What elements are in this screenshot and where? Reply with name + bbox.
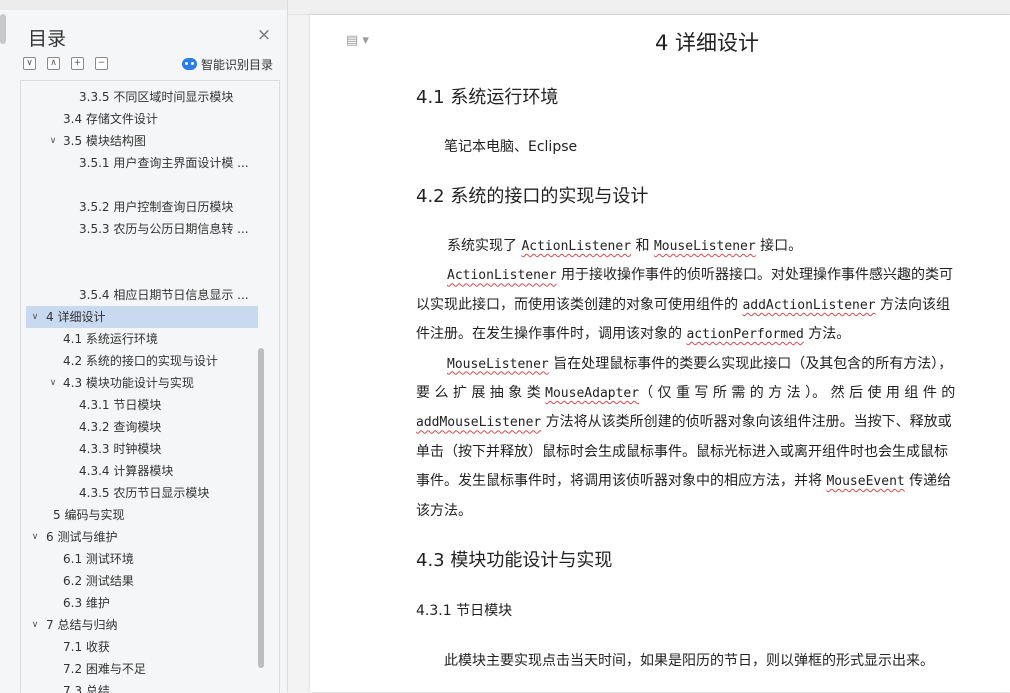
toc-item[interactable]: 4.3.2 查询模块 [26, 416, 258, 438]
toc-item[interactable]: 4.2 系统的接口的实现与设计 [26, 350, 258, 372]
heading-4-1: 4.1 系统运行环境 [416, 87, 559, 108]
toc-item[interactable]: 6.2 测试结果 [26, 570, 258, 592]
toc-top-strip [0, 0, 287, 10]
toc-item-label: 4.3.2 查询模块 [79, 420, 162, 434]
toc-item-label: 4.3.1 节日模块 [79, 398, 162, 412]
document-top-strip [288, 0, 1010, 15]
paragraph-line: 该方法。 [416, 502, 472, 519]
toc-item-label: 4.3.3 时钟模块 [79, 442, 162, 456]
toc-item[interactable]: 7.2 困难与不足 [26, 658, 258, 680]
toc-title: 目录 [28, 28, 67, 50]
toc-item-label: 4.1 系统运行环境 [63, 332, 158, 346]
toc-item-label: 3.5.3 农历与公历日期信息转 ... [79, 222, 249, 236]
toc-item-label: 7 总结与归纳 [46, 618, 118, 632]
toc-panel: 目录 × ∨ ∧ + − 智能识别目录 3.3.5 不同区域时间显示模块 3.4… [0, 0, 288, 693]
chevron-down-icon[interactable]: ∨ [47, 130, 59, 152]
heading-4-3: 4.3 模块功能设计与实现 [416, 550, 613, 571]
toc-item-label: 7.2 困难与不足 [63, 662, 146, 676]
toc-item[interactable]: ∨ 6 测试与维护 [26, 526, 258, 548]
smart-toc-label: 智能识别目录 [201, 57, 274, 72]
toc-item[interactable]: 4.3.1 节日模块 [26, 394, 258, 416]
toc-item-label: 3.5.4 相应日期节日信息显示 ... [79, 288, 249, 302]
toc-item-label: 4.3.5 农历节日显示模块 [79, 486, 210, 500]
toc-item-label: 3.5 模块结构图 [63, 134, 146, 148]
paragraph-line: 件注册。在发生操作事件时，调用该对象的 actionPerformed 方法。 [416, 326, 851, 343]
paragraph-line: 要 么 扩 展 抽 象 类 MouseAdapter（ 仅 重 写 所 需 的 … [416, 384, 956, 401]
heading-4-2: 4.2 系统的接口的实现与设计 [416, 186, 649, 207]
toc-item-label: 4.3 模块功能设计与实现 [63, 376, 194, 390]
toc-item-label: 4 详细设计 [46, 310, 106, 324]
toc-item[interactable]: 3.5.1 用户查询主界面设计模 ... [26, 152, 258, 174]
toc-item[interactable]: 3.5.2 用户控制查询日历模块 [26, 196, 258, 218]
toc-item[interactable]: 4.3.4 计算器模块 [26, 460, 258, 482]
toc-item-label: 3.5.1 用户查询主界面设计模 ... [79, 156, 249, 170]
toc-item[interactable]: 4.1 系统运行环境 [26, 328, 258, 350]
toc-item[interactable]: 3.4 存储文件设计 [26, 108, 258, 130]
chevron-down-icon[interactable]: ∨ [47, 372, 59, 394]
toc-item[interactable]: 6.3 维护 [26, 592, 258, 614]
remove-heading-icon[interactable]: − [95, 57, 108, 70]
toc-item-label: 6.3 维护 [63, 596, 110, 610]
toc-scrollbar-thumb[interactable] [258, 348, 264, 668]
toc-item[interactable]: 7.1 收获 [26, 636, 258, 658]
toc-item-label: 7.1 收获 [63, 640, 110, 654]
chevron-down-icon[interactable]: ∨ [29, 306, 41, 328]
toc-item-label: 4.2 系统的接口的实现与设计 [63, 354, 218, 368]
toc-item[interactable]: 5 编码与实现 [26, 504, 258, 526]
smart-toc-button[interactable]: 智能识别目录 [182, 56, 273, 72]
toc-item-label: 3.3.5 不同区域时间显示模块 [79, 90, 234, 104]
chevron-down-icon[interactable]: ∨ [29, 526, 41, 548]
section-4-2-body: 系统实现了 ActionListener 和 MouseListener 接口。… [416, 232, 1010, 526]
paragraph-line: 系统实现了 ActionListener 和 MouseListener 接口。 [447, 238, 803, 254]
toc-item-label: 3.4 存储文件设计 [63, 112, 158, 126]
paragraph-line: 以实现此接口，而使用该类创建的对象可使用组件的 addActionListene… [416, 296, 950, 313]
toc-scrollbar[interactable] [258, 348, 264, 668]
toc-item-label: 4.3.4 计算器模块 [79, 464, 174, 478]
toc-item-label: 3.5.2 用户控制查询日历模块 [79, 200, 234, 214]
toc-item-label: 6 测试与维护 [46, 530, 118, 544]
toc-item-label: 5 编码与实现 [53, 508, 125, 522]
add-heading-icon[interactable]: + [71, 57, 84, 70]
toc-item-label: 7.3 总结 [63, 684, 110, 693]
toc-list: 3.3.5 不同区域时间显示模块 3.4 存储文件设计 ∨ 3.5 模块结构图 3… [20, 80, 280, 693]
toc-item[interactable]: 3.3.5 不同区域时间显示模块 [26, 86, 258, 108]
paragraph-line: MouseListener 旨在处理鼠标事件的类要么实现此接口（及其包含的所有方… [447, 355, 953, 372]
panel-resize-grip[interactable] [0, 14, 6, 44]
toc-item[interactable]: 4.3.3 时钟模块 [26, 438, 258, 460]
document-page[interactable]: ▤ ▾ 4 详细设计 4.1 系统运行环境 笔记本电脑、Eclipse 4.2 … [310, 15, 1010, 692]
toc-item[interactable]: 4.3.5 农历节日显示模块 [26, 482, 258, 504]
paragraph-line: addMouseListener 方法将从该类所创建的侦听器对象向该组件注册。当… [416, 414, 952, 431]
chevron-down-icon[interactable]: ∨ [29, 614, 41, 636]
toc-item[interactable]: 3.5.3 农历与公历日期信息转 ... [26, 218, 258, 240]
paragraph-4-3-1: 此模块主要实现点击当天时间，如果是阳历的节日，则以弹框的形式显示出来。 [444, 653, 934, 669]
toc-item-label: 6.2 测试结果 [63, 574, 134, 588]
heading-4-3-1: 4.3.1 节日模块 [416, 603, 513, 619]
toc-item-label: 6.1 测试环境 [63, 552, 134, 566]
toc-item[interactable]: ∨ 4.3 模块功能设计与实现 [26, 372, 258, 394]
paragraph-line: 单击（按下并释放）鼠标时会生成鼠标事件。鼠标光标进入或离开组件时也会生成鼠标 [416, 443, 948, 460]
page-format-icon[interactable]: ▤ ▾ [346, 33, 369, 48]
robot-icon [182, 58, 197, 70]
toc-item-selected[interactable]: ∨ 4 详细设计 [26, 306, 258, 328]
heading-chapter-4: 4 详细设计 [655, 31, 760, 55]
expand-all-icon[interactable]: ∧ [47, 57, 60, 70]
paragraph-line: 事件。发生鼠标事件时，将调用该侦听器对象中的相应方法，并将 MouseEvent… [416, 473, 952, 490]
close-icon[interactable]: × [255, 26, 273, 44]
toc-item[interactable]: 3.5.4 相应日期节日信息显示 ... [26, 284, 258, 306]
document-area: ▤ ▾ 4 详细设计 4.1 系统运行环境 笔记本电脑、Eclipse 4.2 … [288, 0, 1010, 692]
paragraph-4-1: 笔记本电脑、Eclipse [444, 139, 578, 155]
toc-item[interactable]: 7.3 总结 [26, 680, 258, 693]
toc-item[interactable]: ∨ 3.5 模块结构图 [26, 130, 258, 152]
toc-item[interactable]: 6.1 测试环境 [26, 548, 258, 570]
paragraph-line: ActionListener 用于接收操作事件的侦听器接口。对处理操作事件感兴趣… [447, 267, 954, 284]
collapse-all-icon[interactable]: ∨ [23, 57, 36, 70]
toc-item[interactable]: ∨ 7 总结与归纳 [26, 614, 258, 636]
